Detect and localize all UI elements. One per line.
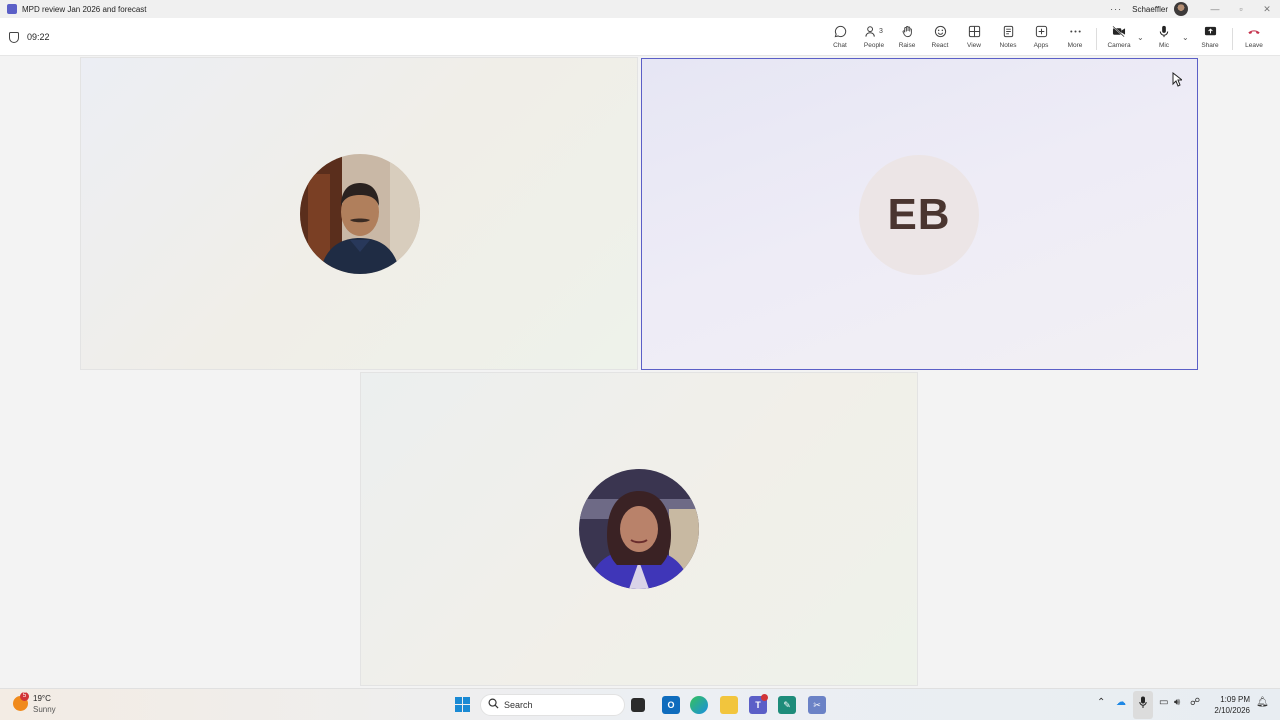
ellipsis-icon — [1069, 23, 1082, 40]
task-view-icon[interactable] — [631, 698, 645, 712]
edge-browser-icon[interactable] — [690, 696, 708, 714]
show-hidden-icons-chevron-icon[interactable]: ⌃ — [1097, 697, 1105, 708]
view-button[interactable]: View — [956, 23, 992, 53]
speaker-volume-icon[interactable]: 🔊︎ — [1174, 697, 1180, 708]
participant-tile[interactable] — [80, 57, 638, 370]
people-label: People — [863, 42, 885, 49]
meeting-timer: 09:22 — [27, 32, 50, 42]
react-label: React — [931, 42, 949, 49]
chat-label: Chat — [833, 42, 847, 49]
people-button[interactable]: 3 People — [856, 23, 892, 53]
weather-condition: Sunny — [33, 705, 56, 714]
people-count: 3 — [879, 28, 883, 35]
taskbar-clock[interactable]: 1:09 PM 2/10/2026 — [1210, 694, 1250, 716]
mic-button[interactable]: Mic — [1146, 23, 1182, 53]
microphone-icon — [1158, 23, 1170, 40]
teams-notification-dot — [761, 694, 768, 701]
chat-icon — [834, 23, 847, 40]
microphone-tray-icon[interactable] — [1139, 696, 1147, 712]
participant-initials-avatar: EB — [859, 155, 979, 275]
weather-badge: 5 — [20, 692, 29, 701]
people-icon: 3 — [865, 23, 883, 40]
teams-app-icon — [7, 4, 17, 14]
more-label: More — [1067, 42, 1083, 49]
participant-tile-active-speaker[interactable]: EB — [641, 58, 1198, 370]
share-label: Share — [1201, 42, 1219, 49]
camera-label: Camera — [1107, 42, 1131, 49]
search-label: Search — [504, 700, 533, 710]
more-button[interactable]: More — [1057, 23, 1093, 53]
outlook-icon[interactable]: O — [662, 696, 680, 714]
participant-tile[interactable] — [360, 372, 918, 686]
notes-icon — [1002, 23, 1015, 40]
display-icon[interactable]: ▭ — [1159, 697, 1168, 708]
view-label: View — [967, 42, 981, 49]
onedrive-cloud-icon[interactable]: ☁ — [1116, 697, 1126, 708]
react-button[interactable]: React — [922, 23, 958, 53]
apps-label: Apps — [1033, 42, 1049, 49]
start-button-windows-icon[interactable] — [455, 697, 470, 712]
add-app-icon — [1035, 23, 1048, 40]
network-icon[interactable]: ☍ — [1190, 697, 1200, 708]
close-button[interactable]: ✕ — [1254, 4, 1280, 15]
more-options-icon[interactable]: ··· — [1110, 4, 1122, 14]
mic-label: Mic — [1158, 42, 1170, 49]
user-avatar[interactable] — [1174, 2, 1188, 16]
camera-off-icon — [1112, 23, 1126, 40]
weather-temperature: 19°C — [33, 694, 51, 703]
camera-options-chevron-icon[interactable]: ⌄ — [1137, 33, 1144, 42]
meeting-toolbar: 09:22 Chat 3 People Raise React View Not… — [0, 18, 1280, 56]
notification-bell-icon[interactable]: 🔔︎ — [1256, 697, 1269, 708]
clock-time: 1:09 PM — [1220, 695, 1250, 704]
search-icon — [488, 698, 499, 712]
toolbar-divider — [1232, 28, 1233, 50]
raise-hand-button[interactable]: Raise — [889, 23, 925, 53]
grid-view-icon — [968, 23, 981, 40]
share-button[interactable]: Share — [1192, 23, 1228, 53]
file-explorer-icon[interactable] — [720, 696, 738, 714]
raise-label: Raise — [898, 42, 916, 49]
app-pen-icon[interactable]: ✎ — [778, 696, 796, 714]
taskbar-search[interactable]: Search — [480, 694, 625, 716]
windows-taskbar: 5 19°C Sunny Search O T ✎ ✂ ⌃ ☁ ▭ 🔊︎ ☍ 1… — [0, 688, 1280, 720]
shield-icon — [9, 32, 19, 43]
user-name[interactable]: Schaeffler — [1132, 5, 1168, 14]
chat-button[interactable]: Chat — [822, 23, 858, 53]
notes-button[interactable]: Notes — [990, 23, 1026, 53]
share-screen-icon — [1204, 23, 1217, 40]
toolbar-divider — [1096, 28, 1097, 50]
hand-icon — [901, 23, 914, 40]
restore-button[interactable]: ▫ — [1228, 4, 1254, 14]
leave-label: Leave — [1245, 42, 1263, 49]
clock-date: 2/10/2026 — [1214, 706, 1250, 715]
notes-label: Notes — [999, 42, 1017, 49]
mic-options-chevron-icon[interactable]: ⌄ — [1182, 33, 1189, 42]
smiley-icon — [934, 23, 947, 40]
participant-avatar — [579, 469, 699, 589]
minimize-button[interactable]: — — [1202, 4, 1228, 14]
mouse-cursor-icon — [1172, 72, 1182, 87]
apps-button[interactable]: Apps — [1023, 23, 1059, 53]
hang-up-icon — [1247, 23, 1261, 40]
participant-avatar — [300, 154, 420, 274]
window-titlebar: MPD review Jan 2026 and forecast ··· Sch… — [0, 0, 1280, 18]
window-title: MPD review Jan 2026 and forecast — [22, 4, 147, 14]
leave-button[interactable]: Leave — [1236, 23, 1272, 53]
snipping-tool-icon[interactable]: ✂ — [808, 696, 826, 714]
camera-button[interactable]: Camera — [1101, 23, 1137, 53]
